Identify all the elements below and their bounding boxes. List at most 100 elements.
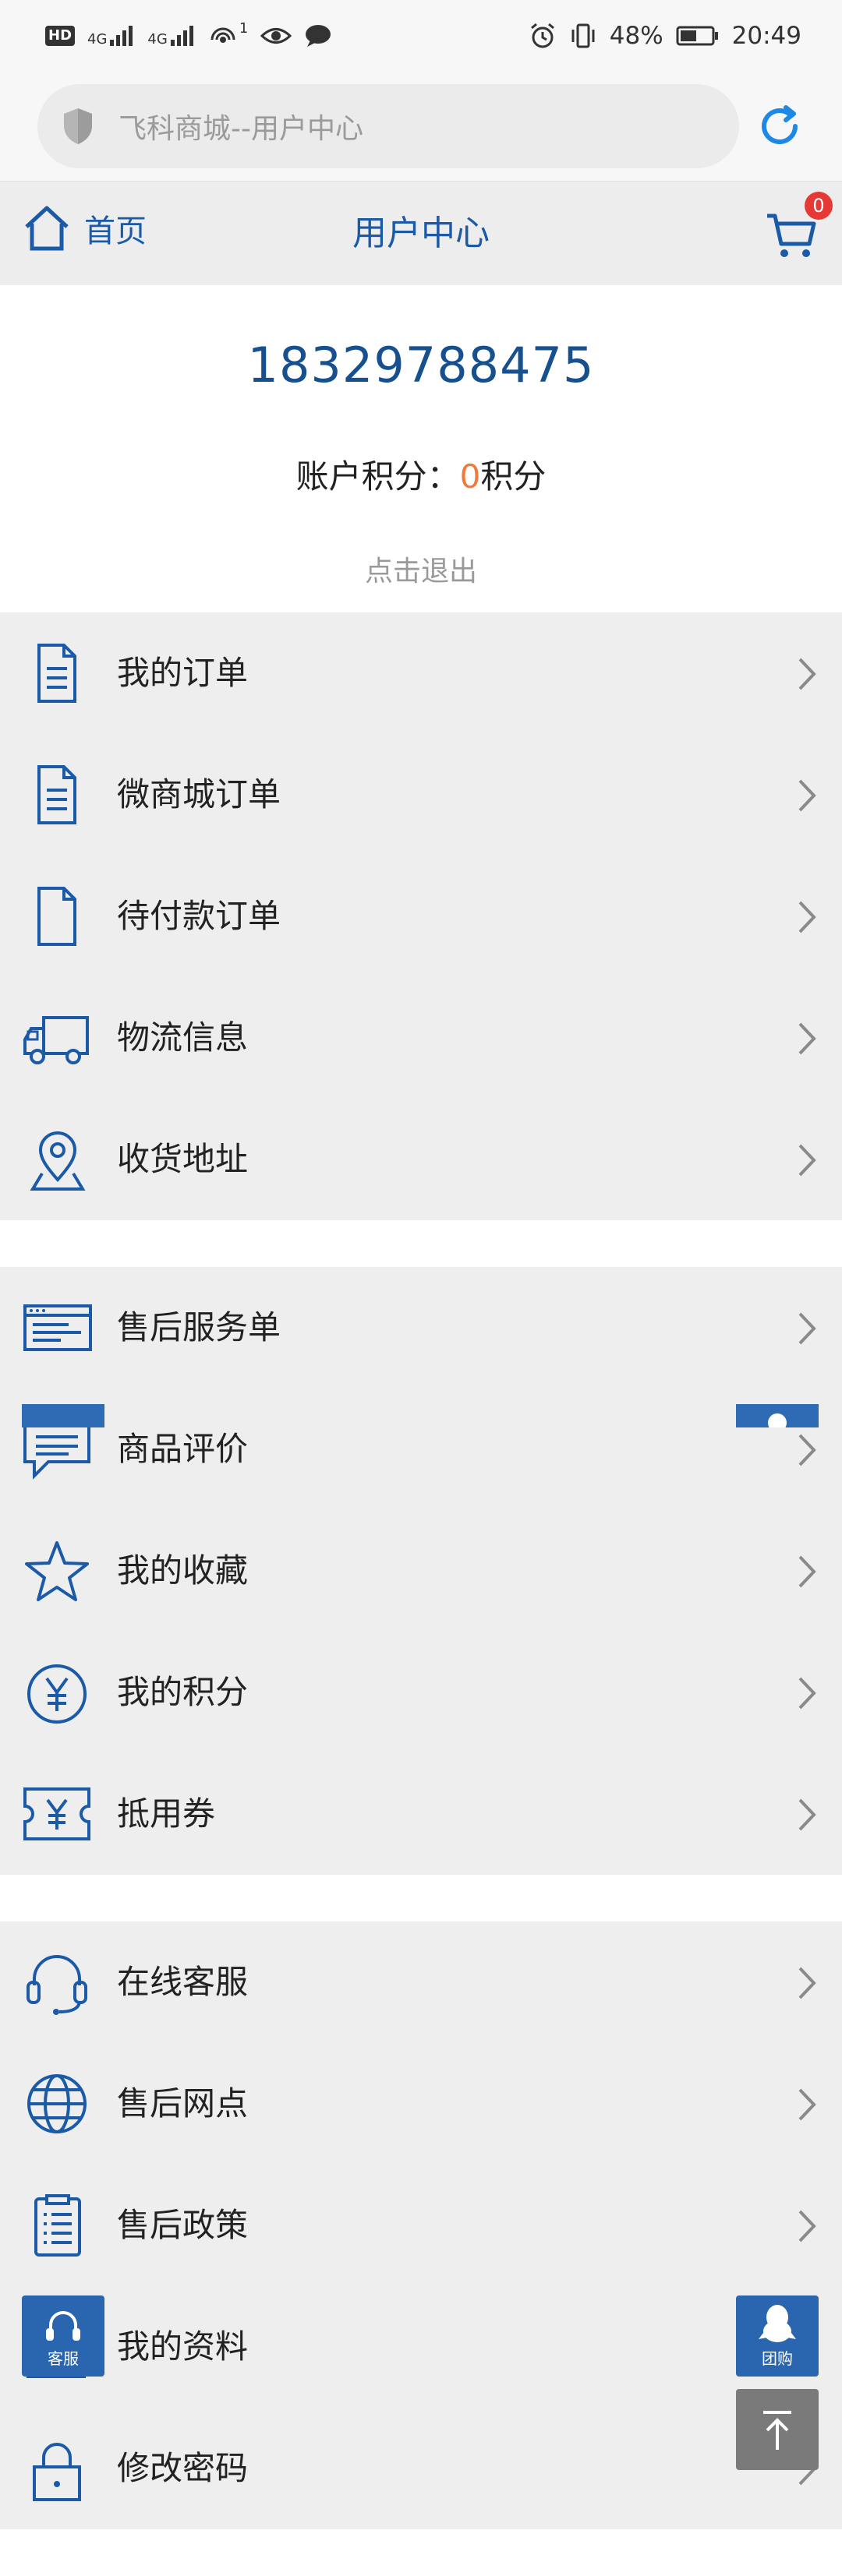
menu-item-my-points[interactable]: 我的积分 [0,1632,842,1753]
battery-icon [676,26,718,46]
menu-item-online-support[interactable]: 在线客服 [0,1921,842,2043]
document-icon [37,765,76,824]
menu-item-my-orders[interactable]: 我的订单 [0,612,842,734]
chevron-right-icon [798,1555,816,1588]
dot-icon [768,1413,787,1432]
menu-label: 商品评价 [117,1430,249,1468]
clipboard-icon [34,2194,81,2257]
headset-icon [27,1955,87,2015]
cart-count-badge: 0 [805,192,833,220]
menu-item-after-sales-form[interactable]: 售后服务单 [0,1267,842,1389]
menu-label: 微商城订单 [117,775,281,813]
chevron-right-icon [798,901,816,933]
menu-label: 我的积分 [117,1673,249,1711]
shield-icon [64,108,92,144]
network-type-2: 4G [147,31,168,48]
menu-group-support: 在线客服 售后网点 售后政策 我的资料 修改密码 [0,1921,842,2529]
network-type-1: 4G [87,31,108,48]
lock-icon [33,2443,81,2501]
battery-percent: 48% [609,22,663,50]
alarm-icon [530,23,554,48]
address-bar[interactable]: 飞科商城--用户中心 [37,84,739,168]
signal-1: 4G [87,24,135,48]
browser-address-row: 飞科商城--用户中心 [0,72,842,181]
hotspot-icon [210,27,235,43]
address-text: 飞科商城--用户中心 [119,113,363,145]
notification-count: 1 [239,19,249,37]
chat-bubble-icon [306,25,331,47]
signal-bars-icon [110,26,133,46]
blank-document-icon [37,887,76,946]
signal-bars-icon [170,26,193,46]
chevron-right-icon [798,1798,816,1831]
points-label: 账户积分： [295,457,460,496]
chevron-right-icon [798,1144,816,1177]
status-right: 48% 20:49 [529,22,801,50]
hd-badge: HD [45,26,76,46]
menu-item-after-sales-policy[interactable]: 售后政策 [0,2165,842,2286]
status-bar: HD 4G 4G 1 48% 20:49 [0,0,842,72]
chevron-right-icon [798,1677,816,1710]
group-buy-label: 团购 [762,2349,793,2368]
menu-label: 我的资料 [117,2327,249,2366]
globe-icon [27,2074,87,2133]
menu-label: 抵用券 [117,1794,216,1833]
menu-label: 售后政策 [117,2206,249,2244]
customer-service-button[interactable]: 客服 [22,2295,104,2377]
menu-item-micro-mall-orders[interactable]: 微商城订单 [0,734,842,856]
menu-label: 待付款订单 [117,897,281,935]
menu-item-my-profile[interactable]: 我的资料 [0,2286,842,2408]
chevron-right-icon [798,1312,816,1345]
points-value: 0 [459,457,481,496]
back-to-top-button[interactable] [736,2389,819,2470]
menu-label: 售后服务单 [117,1308,281,1346]
menu-label: 修改密码 [117,2449,249,2487]
floating-tag-right[interactable] [736,1404,819,1432]
menu-item-pending-payment[interactable]: 待付款订单 [0,856,842,977]
account-points: 账户积分：0积分 [0,450,842,498]
eye-icon [260,28,292,44]
service-form-icon [23,1304,92,1351]
floating-tag-left[interactable] [22,1404,104,1427]
menu-item-product-review[interactable]: 商品评价 [0,1389,842,1510]
star-icon [25,1541,89,1601]
menu-label: 物流信息 [117,1018,249,1057]
profile-section: 18329788475 账户积分：0积分 点击退出 [0,285,842,612]
menu-group-orders: 我的订单 微商城订单 待付款订单 物流信息 收货地址 [0,612,842,1220]
chevron-right-icon [798,1434,816,1466]
vibrate-icon [571,23,595,48]
refresh-icon[interactable] [755,101,805,151]
menu-item-coupons[interactable]: 抵用券 [0,1753,842,1875]
group-buy-button[interactable]: 团购 [736,2295,819,2377]
chevron-right-icon [798,2088,816,2121]
menu-label: 在线客服 [117,1963,249,2001]
home-link[interactable]: 首页 [22,203,147,253]
menu-label: 收货地址 [117,1140,249,1178]
user-phone: 18329788475 [247,337,595,393]
page-header: 首页 用户中心 [0,181,842,285]
chevron-right-icon [798,658,816,690]
menu-item-service-outlets[interactable]: 售后网点 [0,2043,842,2165]
yen-circle-icon [27,1664,87,1724]
document-icon [37,644,76,703]
menu-item-change-password[interactable]: 修改密码 [0,2408,842,2529]
home-icon [25,206,69,251]
points-unit: 积分 [480,457,547,496]
chevron-right-icon [798,2210,816,2243]
coupon-icon [23,1787,90,1840]
chevron-right-icon [798,1022,816,1055]
signal-2: 4G [147,24,195,48]
arrow-up-icon [763,2411,791,2450]
menu-label: 我的订单 [117,654,249,692]
menu-label: 售后网点 [117,2084,249,2123]
menu-item-favorites[interactable]: 我的收藏 [0,1510,842,1632]
status-left: HD 4G 4G 1 [45,19,332,49]
chevron-right-icon [798,779,816,812]
logout-link[interactable]: 点击退出 [0,549,842,589]
chevron-right-icon [798,1967,816,1999]
qq-penguin-icon [759,2305,796,2342]
clock-time: 20:49 [731,22,801,50]
menu-item-shipping-address[interactable]: 收货地址 [0,1099,842,1220]
service-label: 客服 [48,2349,79,2368]
menu-item-logistics[interactable]: 物流信息 [0,977,842,1099]
